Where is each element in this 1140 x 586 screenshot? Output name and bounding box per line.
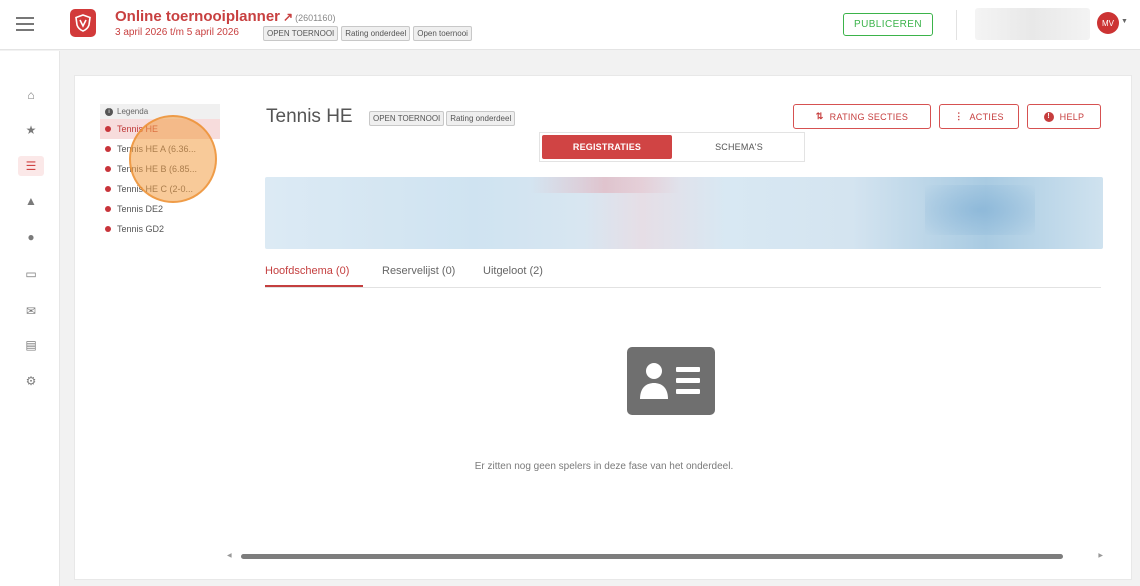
tab-hoofdschema[interactable]: Hoofdschema (0) xyxy=(265,265,349,277)
legend-header: i Legenda xyxy=(100,104,220,119)
header-badges: OPEN TOERNOOI Rating onderdeel Open toer… xyxy=(263,26,472,41)
group-icon[interactable]: ★ xyxy=(20,120,42,140)
badge-open-toernooi: OPEN TOERNOOI xyxy=(263,26,339,41)
mail-icon[interactable]: ✉ xyxy=(20,301,42,321)
help-label: HELP xyxy=(1059,111,1085,122)
acties-label: ACTIES xyxy=(969,111,1004,122)
legend-item-tennis-he-b[interactable]: Tennis HE B (6.85... xyxy=(100,159,220,179)
publish-button[interactable]: PUBLICEREN xyxy=(843,13,933,36)
header-divider xyxy=(956,10,957,40)
documents-icon[interactable]: ▤ xyxy=(20,335,42,355)
tournament-id: (2601160) xyxy=(295,13,336,23)
segment-schemas[interactable]: SCHEMA'S xyxy=(674,133,804,161)
dot-icon xyxy=(105,126,111,132)
segment-registraties[interactable]: REGISTRATIES xyxy=(542,135,672,159)
badge-rating-onderdeel: Rating onderdeel xyxy=(446,111,516,126)
alert-icon: ! xyxy=(1043,111,1054,122)
rating-secties-button[interactable]: ⇅ RATING SECTIES xyxy=(793,104,931,129)
legend-item-tennis-gd2[interactable]: Tennis GD2 xyxy=(100,219,220,239)
active-tab-underline xyxy=(265,285,363,287)
avatar[interactable]: MV xyxy=(1097,12,1119,34)
chevron-down-icon[interactable]: ▼ xyxy=(1121,18,1128,25)
empty-state-message: Er zitten nog geen spelers in deze fase … xyxy=(474,461,734,472)
more-vertical-icon: ⋮ xyxy=(954,111,964,121)
list-icon[interactable]: ☰ xyxy=(18,156,44,176)
dot-icon xyxy=(105,186,111,192)
user-name-blurred[interactable] xyxy=(975,8,1090,40)
contact-card-icon xyxy=(627,347,715,415)
sort-icon: ⇅ xyxy=(815,111,824,121)
external-link-icon[interactable]: ↗ xyxy=(283,10,293,24)
monitor-icon[interactable]: ▭ xyxy=(20,264,42,284)
dot-icon xyxy=(105,146,111,152)
dot-icon xyxy=(105,166,111,172)
view-segmented-control: REGISTRATIES SCHEMA'S xyxy=(539,132,805,162)
badge-open-toernooi: OPEN TOERNOOI xyxy=(369,111,445,126)
legend-item-label: Tennis GD2 xyxy=(117,224,165,234)
blurred-banner xyxy=(265,177,1103,249)
help-button[interactable]: ! HELP xyxy=(1027,104,1101,129)
badge-open-toernooi-lower: Open toernooi xyxy=(413,26,472,41)
shield-logo-icon[interactable] xyxy=(70,9,96,37)
legend-item-label: Tennis HE xyxy=(117,124,159,134)
rating-secties-label: RATING SECTIES xyxy=(829,111,909,122)
scroll-right-icon[interactable]: ▶ xyxy=(1098,552,1103,559)
gear-icon[interactable]: ⚙ xyxy=(20,371,42,391)
legend-item-tennis-he-a[interactable]: Tennis HE A (6.36... xyxy=(100,139,220,159)
legend-item-label: Tennis HE B (6.85... xyxy=(117,164,198,174)
hamburger-menu-icon[interactable] xyxy=(16,14,34,34)
phase-tabs: Hoofdschema (0) Reservelijst (0) Uitgelo… xyxy=(265,260,1101,288)
tab-reservelijst[interactable]: Reservelijst (0) xyxy=(382,265,455,277)
scroll-left-icon[interactable]: ◀ xyxy=(227,552,232,559)
tournament-dates: 3 april 2026 t/m 5 april 2026 xyxy=(115,27,239,38)
hierarchy-icon[interactable]: ▲ xyxy=(20,191,42,211)
legend-title: Legenda xyxy=(117,107,149,116)
scroll-thumb[interactable] xyxy=(241,554,1063,559)
tournament-title[interactable]: Online toernooiplanner ↗ (2601160) xyxy=(115,8,335,25)
dot-icon xyxy=(105,226,111,232)
home-icon[interactable]: ⌂ xyxy=(20,85,42,105)
main-card: i Legenda Tennis HE Tennis HE A (6.36...… xyxy=(74,75,1132,580)
legend-item-label: Tennis HE A (6.36... xyxy=(117,144,197,154)
dot-icon xyxy=(105,206,111,212)
info-icon: i xyxy=(105,107,113,116)
tournament-title-text[interactable]: Online toernooiplanner xyxy=(115,8,280,25)
legend-item-label: Tennis HE C (2-0... xyxy=(117,184,194,194)
acties-button[interactable]: ⋮ ACTIES xyxy=(939,104,1019,129)
circle-icon[interactable]: ● xyxy=(20,227,42,247)
badge-rating-onderdeel: Rating onderdeel xyxy=(341,26,411,41)
legend-item-label: Tennis DE2 xyxy=(117,204,164,214)
title-badges: OPEN TOERNOOI Rating onderdeel xyxy=(369,111,516,126)
legend-list: i Legenda Tennis HE Tennis HE A (6.36...… xyxy=(100,104,220,239)
horizontal-scrollbar[interactable]: ◀ ▶ xyxy=(227,552,1103,562)
legend-item-tennis-de2[interactable]: Tennis DE2 xyxy=(100,199,220,219)
page-title: Tennis HE xyxy=(266,106,353,127)
tab-uitgeloot[interactable]: Uitgeloot (2) xyxy=(483,265,543,277)
legend-item-tennis-he[interactable]: Tennis HE xyxy=(100,119,220,139)
legend-item-tennis-he-c[interactable]: Tennis HE C (2-0... xyxy=(100,179,220,199)
top-header: Online toernooiplanner ↗ (2601160) 3 april… xyxy=(0,0,1140,50)
left-nav-rail: ⌂ ★ ☰ ▲ ● ▭ ✉ ▤ ⚙ xyxy=(0,51,60,586)
